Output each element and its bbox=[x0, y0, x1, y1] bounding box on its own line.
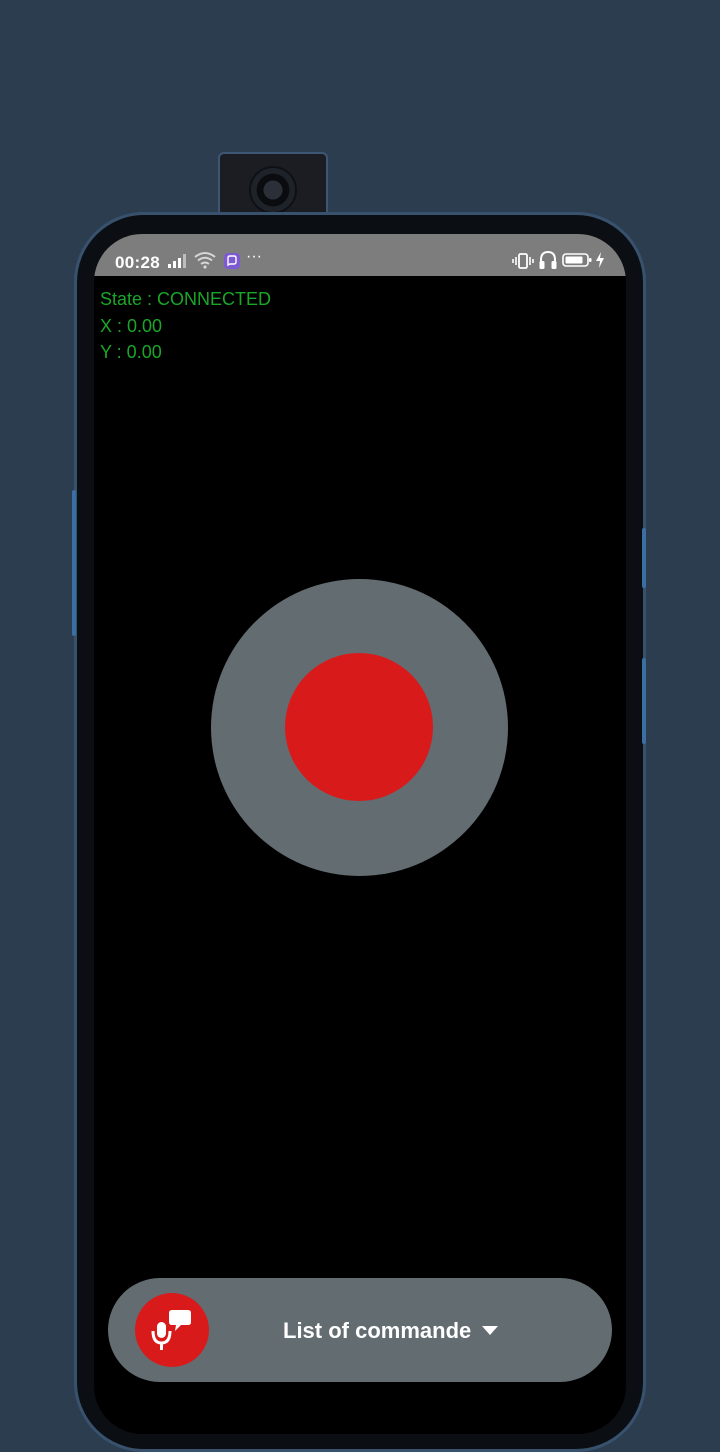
signal-icon bbox=[168, 254, 186, 268]
wifi-icon bbox=[194, 252, 216, 269]
camera-lens-icon bbox=[251, 168, 295, 212]
y-value: Y : 0.00 bbox=[100, 342, 162, 362]
joystick-knob[interactable] bbox=[285, 653, 433, 801]
telemetry-panel: State : CONNECTED X : 0.00 Y : 0.00 bbox=[100, 286, 271, 366]
dropdown-arrow-icon[interactable] bbox=[482, 1326, 498, 1335]
connection-state: State : CONNECTED bbox=[100, 289, 272, 309]
side-button-lower bbox=[642, 658, 646, 744]
power-button bbox=[642, 528, 646, 588]
joystick-base[interactable] bbox=[211, 579, 508, 876]
command-list-label: List of commande bbox=[283, 1318, 472, 1343]
voice-command-button[interactable] bbox=[135, 1293, 209, 1367]
viber-icon bbox=[224, 253, 240, 269]
voice-command-icon bbox=[151, 1310, 191, 1350]
more-notifications-icon: ··· bbox=[246, 248, 262, 265]
vibrate-icon bbox=[512, 253, 534, 269]
status-bar: 00:28 ··· bbox=[94, 234, 626, 276]
x-value: X : 0.00 bbox=[100, 315, 163, 336]
phone-screen: 00:28 ··· State: CONNECTED X: 0.00 Y:… bbox=[94, 234, 626, 1434]
status-time: 00:28 bbox=[115, 253, 160, 272]
command-list-bar[interactable]: List of commande bbox=[108, 1278, 612, 1382]
charging-icon bbox=[596, 252, 604, 268]
headphones-icon bbox=[539, 250, 557, 269]
battery-icon bbox=[562, 253, 592, 267]
volume-button bbox=[72, 490, 76, 636]
